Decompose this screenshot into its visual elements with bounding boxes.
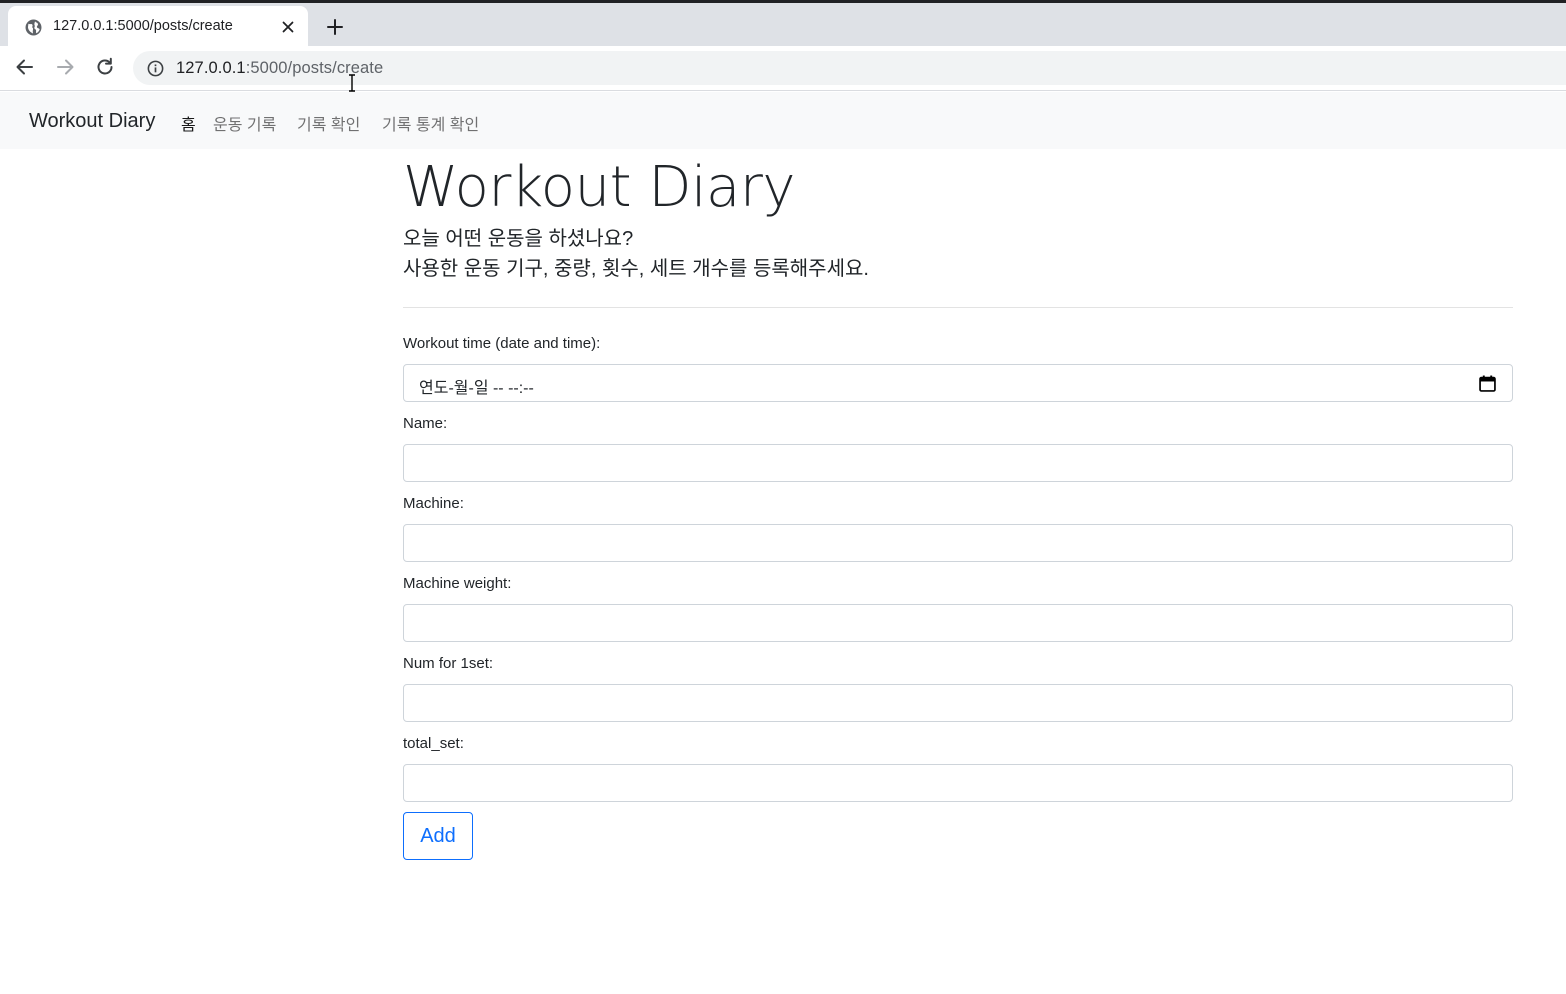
text-cursor-icon bbox=[349, 74, 355, 92]
total-set-label: total_set: bbox=[403, 735, 464, 752]
globe-icon bbox=[25, 19, 42, 36]
back-arrow-icon[interactable] bbox=[14, 56, 36, 78]
navbar-brand[interactable]: Workout Diary bbox=[29, 110, 155, 133]
nav-link-stats[interactable]: 기록 통계 확인 bbox=[382, 111, 479, 135]
machine-input[interactable] bbox=[403, 524, 1513, 562]
header-divider bbox=[403, 307, 1513, 308]
page-subtitle: 오늘 어떤 운동을 하셨나요? 사용한 운동 기구, 중량, 횟수, 세트 개수… bbox=[403, 224, 869, 284]
browser-tab-strip: 127.0.0.1:5000/posts/create bbox=[0, 0, 1566, 49]
close-icon[interactable] bbox=[280, 19, 296, 35]
workout-time-label: Workout time (date and time): bbox=[403, 335, 601, 352]
workout-time-input[interactable]: 연도-월-일 -- --:-- bbox=[403, 364, 1513, 402]
nav-link-home[interactable]: 홈 bbox=[181, 111, 196, 135]
browser-toolbar: 127.0.0.1:5000/posts/create bbox=[0, 46, 1566, 91]
num-for-1set-input[interactable] bbox=[403, 684, 1513, 722]
url-path: :5000/posts/create bbox=[245, 59, 384, 77]
total-set-input[interactable] bbox=[403, 764, 1513, 802]
url-host: 127.0.0.1 bbox=[176, 59, 246, 77]
name-input[interactable] bbox=[403, 444, 1513, 482]
tab-title: 127.0.0.1:5000/posts/create bbox=[53, 18, 233, 34]
name-label: Name: bbox=[403, 415, 448, 432]
subtitle-line-2: 사용한 운동 기구, 중량, 횟수, 세트 개수를 등록해주세요. bbox=[403, 258, 869, 280]
subtitle-line-1: 오늘 어떤 운동을 하셨나요? bbox=[403, 228, 634, 250]
nav-link-record[interactable]: 운동 기록 bbox=[213, 111, 276, 135]
browser-tab[interactable]: 127.0.0.1:5000/posts/create bbox=[8, 6, 308, 49]
add-button[interactable]: Add bbox=[403, 812, 473, 860]
calendar-icon[interactable] bbox=[1479, 375, 1496, 392]
page-title: Workout Diary bbox=[403, 155, 795, 220]
reload-icon[interactable] bbox=[94, 56, 116, 78]
plus-icon[interactable] bbox=[325, 17, 345, 37]
num-for-1set-label: Num for 1set: bbox=[403, 655, 494, 672]
machine-label: Machine: bbox=[403, 495, 464, 512]
info-icon[interactable] bbox=[147, 60, 164, 77]
nav-link-view[interactable]: 기록 확인 bbox=[297, 111, 360, 135]
machine-weight-label: Machine weight: bbox=[403, 575, 512, 592]
site-navbar: Workout Diary 홈 운동 기록 기록 확인 기록 통계 확인 bbox=[0, 92, 1566, 149]
machine-weight-input[interactable] bbox=[403, 604, 1513, 642]
forward-arrow-icon[interactable] bbox=[54, 56, 76, 78]
workout-time-display: 연도-월-일 -- --:-- bbox=[419, 380, 534, 397]
